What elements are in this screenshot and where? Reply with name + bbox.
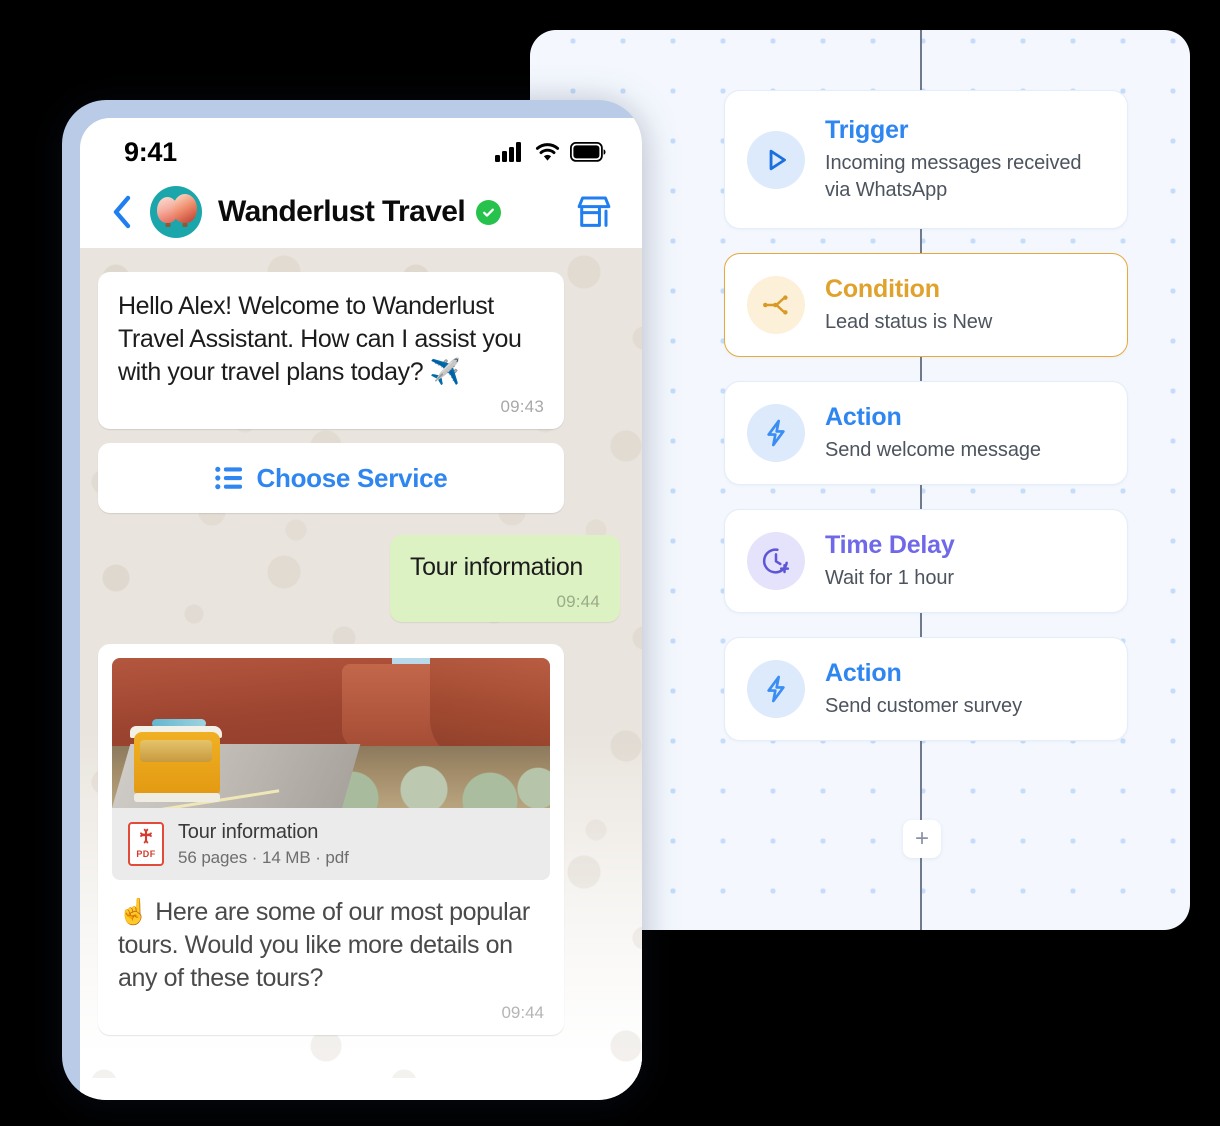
phone-screen: 9:41 Wanderlust Travel Hello Alex! Welco… bbox=[80, 118, 642, 1100]
message-text: ☝️ Here are some of our most popular tou… bbox=[118, 898, 530, 992]
back-button[interactable] bbox=[102, 190, 142, 234]
avatar[interactable] bbox=[150, 186, 202, 238]
choose-service-label: Choose Service bbox=[256, 462, 448, 493]
status-time: 9:41 bbox=[124, 136, 177, 167]
pdf-type-label: PDF bbox=[136, 848, 156, 859]
back-chevron-icon bbox=[113, 195, 131, 229]
message-timestamp: 09:43 bbox=[500, 397, 544, 416]
clock-plus-icon bbox=[747, 532, 805, 590]
add-node-button[interactable]: + bbox=[903, 820, 941, 858]
message-bubble-outgoing: Tour information 09:44 bbox=[390, 535, 620, 622]
status-bar: 9:41 bbox=[80, 118, 642, 176]
workflow-node-condition[interactable]: Condition Lead status is New bbox=[724, 253, 1128, 357]
workflow-node-desc: Wait for 1 hour bbox=[825, 567, 954, 589]
branch-icon bbox=[747, 276, 805, 334]
status-icon-group bbox=[495, 141, 606, 163]
pdf-attachment-row[interactable]: ♰ PDF Tour information 56 pages · 14 MB … bbox=[112, 808, 550, 880]
pdf-file-info: Tour information 56 pages · 14 MB · pdf bbox=[178, 820, 349, 868]
workflow-node-desc: Lead status is New bbox=[825, 311, 993, 333]
pdf-file-meta: 56 pages · 14 MB · pdf bbox=[178, 848, 349, 867]
storefront-button[interactable] bbox=[574, 193, 614, 231]
message-bubble-media[interactable]: ♰ PDF Tour information 56 pages · 14 MB … bbox=[98, 644, 564, 1035]
workflow-node-title: Action bbox=[825, 403, 902, 431]
workflow-node-title: Condition bbox=[825, 275, 940, 303]
workflow-node-list: Trigger Incoming messages received via W… bbox=[724, 90, 1128, 765]
chat-contact-name: Wanderlust Travel bbox=[218, 195, 466, 228]
message-timestamp: 09:44 bbox=[501, 1003, 544, 1022]
wifi-icon bbox=[535, 142, 560, 161]
workflow-node-title: Time Delay bbox=[825, 531, 955, 559]
workflow-node-trigger[interactable]: Trigger Incoming messages received via W… bbox=[724, 90, 1128, 229]
battery-full-icon bbox=[570, 142, 606, 162]
choose-service-button[interactable]: Choose Service bbox=[98, 443, 564, 513]
message-text: Hello Alex! Welcome to Wanderlust Travel… bbox=[118, 292, 522, 386]
chat-message-list: Hello Alex! Welcome to Wanderlust Travel… bbox=[80, 248, 642, 1078]
signal-bars-icon bbox=[495, 142, 521, 162]
messages-container: Hello Alex! Welcome to Wanderlust Travel… bbox=[98, 272, 624, 1035]
workflow-node-text: Action Send welcome message bbox=[825, 402, 1041, 464]
workflow-node-text: Condition Lead status is New bbox=[825, 274, 992, 336]
desert-road-van-photo bbox=[112, 658, 550, 808]
workflow-node-desc: Send welcome message bbox=[825, 439, 1041, 461]
workflow-node-title: Action bbox=[825, 659, 902, 687]
workflow-node-text: Time Delay Wait for 1 hour bbox=[825, 530, 955, 592]
storefront-icon bbox=[577, 196, 611, 227]
hot-air-balloon-avatar bbox=[173, 194, 197, 223]
bolt-icon bbox=[747, 660, 805, 718]
message-text: Tour information bbox=[410, 553, 583, 581]
workflow-node-action-welcome[interactable]: Action Send welcome message bbox=[724, 381, 1128, 485]
workflow-node-desc: Incoming messages received via WhatsApp bbox=[825, 152, 1082, 201]
workflow-node-desc: Send customer survey bbox=[825, 695, 1022, 717]
workflow-node-time-delay[interactable]: Time Delay Wait for 1 hour bbox=[724, 509, 1128, 613]
verified-check-icon bbox=[476, 199, 502, 225]
message-row-outgoing: Tour information 09:44 bbox=[98, 535, 624, 622]
workflow-node-text: Action Send customer survey bbox=[825, 658, 1022, 720]
message-timestamp: 09:44 bbox=[556, 592, 600, 611]
pdf-file-icon: ♰ PDF bbox=[128, 822, 164, 866]
list-icon bbox=[214, 466, 242, 490]
message-bubble-incoming: Hello Alex! Welcome to Wanderlust Travel… bbox=[98, 272, 564, 429]
chat-header: Wanderlust Travel bbox=[80, 176, 642, 248]
workflow-node-text: Trigger Incoming messages received via W… bbox=[825, 115, 1105, 204]
phone-frame: 9:41 Wanderlust Travel Hello Alex! Welco… bbox=[62, 100, 642, 1100]
workflow-node-title: Trigger bbox=[825, 116, 909, 144]
bolt-icon bbox=[747, 404, 805, 462]
workflow-node-action-survey[interactable]: Action Send customer survey bbox=[724, 637, 1128, 741]
pdf-file-name: Tour information bbox=[178, 821, 319, 843]
screenshot-stage: Trigger Incoming messages received via W… bbox=[0, 0, 1220, 1126]
plus-icon: + bbox=[914, 825, 929, 852]
play-icon bbox=[747, 130, 805, 189]
